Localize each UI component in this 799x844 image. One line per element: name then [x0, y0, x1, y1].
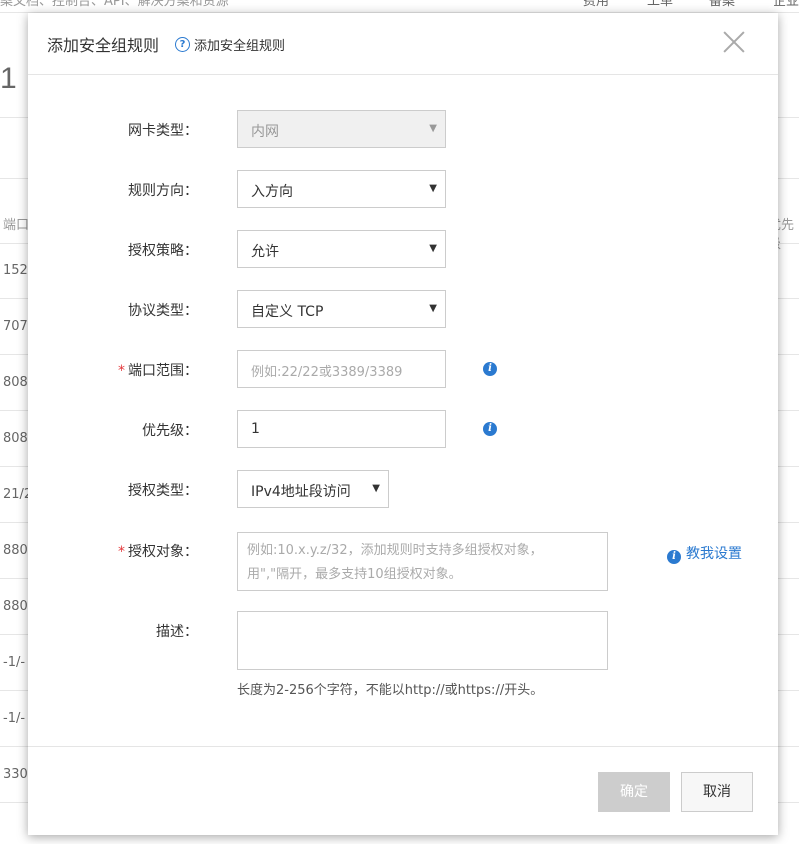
nav-fees[interactable]: 费用: [583, 0, 609, 9]
port-range-label: * 端口范围：: [118, 363, 198, 379]
direction-label: 规则方向：: [128, 183, 198, 199]
port-range-input[interactable]: 例如:22/22或3389/3389: [237, 350, 446, 388]
nic-type-value: 内网: [251, 124, 279, 140]
table-cell: 152: [3, 263, 28, 278]
teach-me-link[interactable]: i 教我设置: [667, 543, 742, 564]
policy-value: 允许: [251, 244, 279, 260]
table-cell: 707: [3, 319, 28, 334]
nav-filing[interactable]: 备案: [709, 0, 735, 9]
cancel-button[interactable]: 取消: [681, 772, 753, 812]
required-mark: *: [118, 544, 125, 560]
nav-tickets[interactable]: 工单: [647, 0, 673, 9]
table-cell: 808: [3, 431, 28, 446]
priority-label: 优先级：: [142, 423, 198, 439]
policy-label: 授权策略：: [128, 243, 198, 259]
table-cell: 880: [3, 543, 28, 558]
direction-select[interactable]: 入方向 ▼: [237, 170, 446, 208]
info-icon[interactable]: i: [483, 362, 497, 376]
top-bar: 案文档、控制台、API、解决方案和资源 费用 工单 备案 企业: [0, 0, 799, 13]
table-cell: 880: [3, 599, 28, 614]
help-icon[interactable]: ?: [175, 37, 190, 52]
direction-value: 入方向: [251, 184, 293, 200]
nic-type-label: 网卡类型：: [128, 123, 198, 139]
chevron-down-icon: ▼: [429, 183, 437, 194]
close-icon[interactable]: [722, 30, 746, 54]
protocol-select[interactable]: 自定义 TCP ▼: [237, 290, 446, 328]
dialog-header: 添加安全组规则 ? 添加安全组规则: [28, 13, 778, 75]
description-label: 描述：: [156, 624, 198, 640]
priority-value: 1: [251, 421, 260, 437]
page-title: 1: [0, 62, 17, 95]
info-icon[interactable]: i: [483, 422, 497, 436]
search-hint: 案文档、控制台、API、解决方案和资源: [0, 0, 229, 9]
chevron-down-icon: ▼: [429, 303, 437, 314]
chevron-down-icon: ▼: [372, 483, 380, 494]
table-cell: 808: [3, 375, 28, 390]
dialog-footer: 确定 取消: [28, 746, 778, 836]
nic-type-select: 内网 ▼: [237, 110, 446, 148]
dialog-title: 添加安全组规则: [47, 36, 160, 55]
chevron-down-icon: ▼: [429, 243, 437, 254]
description-textarea[interactable]: [237, 611, 608, 670]
auth-type-value: IPv4地址段访问: [251, 484, 351, 500]
nav-enterprise[interactable]: 企业: [773, 0, 799, 9]
table-cell: -1/-: [3, 655, 26, 670]
priority-input[interactable]: 1: [237, 410, 446, 448]
auth-type-label: 授权类型：: [128, 483, 198, 499]
protocol-label: 协议类型：: [128, 303, 198, 319]
description-hint: 长度为2-256个字符，不能以http://或https://开头。: [237, 683, 544, 698]
table-cell: 330: [3, 767, 28, 782]
protocol-value: 自定义 TCP: [251, 304, 324, 320]
chevron-down-icon: ▼: [429, 123, 437, 134]
policy-select[interactable]: 允许 ▼: [237, 230, 446, 268]
add-security-rule-dialog: 添加安全组规则 ? 添加安全组规则 网卡类型： 内网 ▼ 规则方向： 入方向 ▼…: [28, 13, 778, 835]
column-header-port: 端口: [3, 218, 30, 233]
required-mark: *: [118, 363, 125, 379]
table-cell: -1/-: [3, 711, 26, 726]
auth-object-label: * 授权对象：: [118, 544, 198, 560]
auth-object-placeholder: 例如:10.x.y.z/32，添加规则时支持多组授权对象， 用","隔开，最多支…: [247, 543, 543, 582]
port-range-placeholder: 例如:22/22或3389/3389: [251, 365, 403, 380]
auth-type-select[interactable]: IPv4地址段访问 ▼: [237, 470, 389, 508]
confirm-button[interactable]: 确定: [598, 772, 670, 812]
help-link[interactable]: 添加安全组规则: [194, 35, 285, 54]
info-icon: i: [667, 550, 681, 564]
auth-object-textarea[interactable]: 例如:10.x.y.z/32，添加规则时支持多组授权对象， 用","隔开，最多支…: [237, 532, 608, 591]
